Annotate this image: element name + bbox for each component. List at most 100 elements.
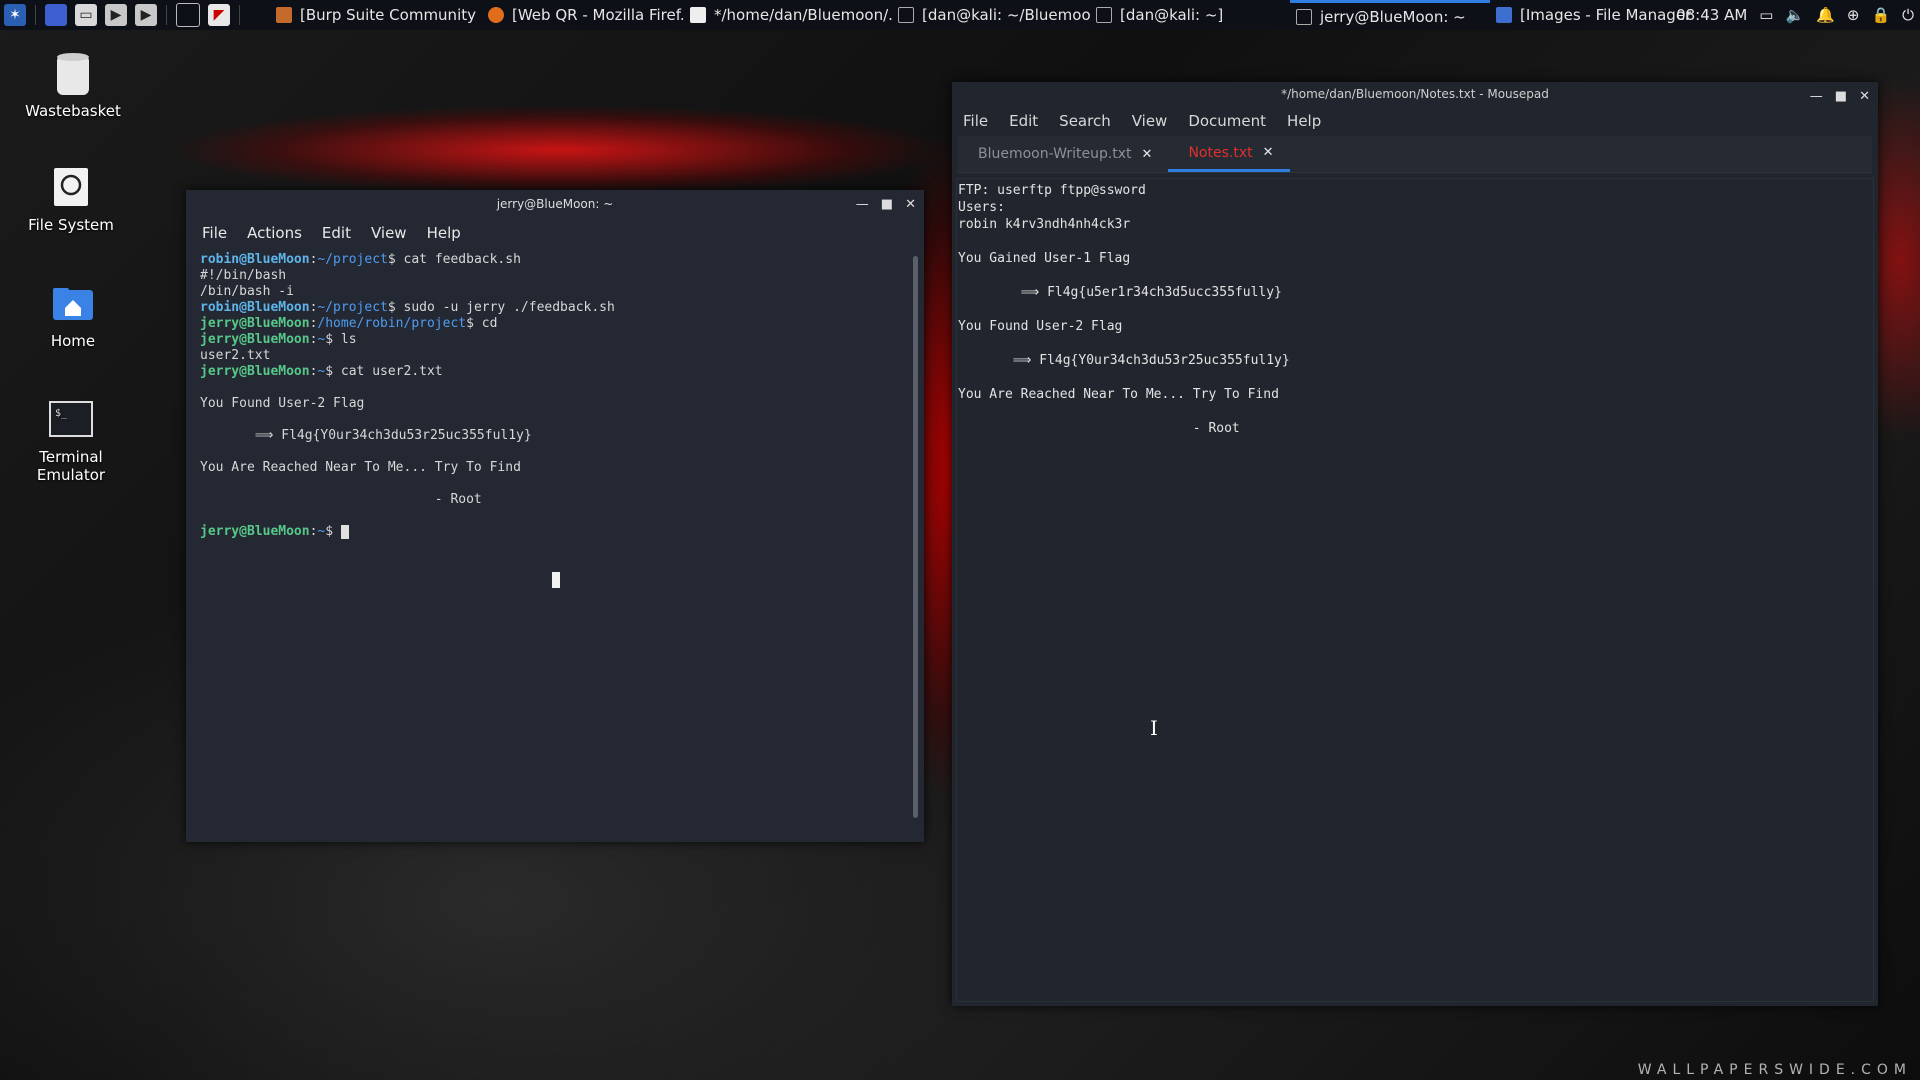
- desktop-icon-home[interactable]: Home: [18, 282, 128, 350]
- menu-help[interactable]: Help: [1287, 112, 1321, 130]
- mousepad-window[interactable]: */home/dan/Bluemoon/Notes.txt - Mousepad…: [952, 82, 1878, 1006]
- clock[interactable]: 08:43 AM: [1676, 6, 1747, 24]
- desktop-icon-label: Home: [50, 332, 96, 350]
- close-icon[interactable]: ✕: [1859, 89, 1870, 104]
- task-terminal-bluemoon[interactable]: [dan@kali: ~/Bluemoon]: [892, 0, 1090, 30]
- terminal-menubar: File Actions Edit View Help: [186, 218, 924, 248]
- terminal-window[interactable]: jerry@BlueMoon: ~ — ■ ✕ File Actions Edi…: [186, 190, 924, 842]
- panel-separator: [35, 5, 36, 25]
- window-title: */home/dan/Bluemoon/Notes.txt - Mousepad: [1281, 87, 1549, 101]
- show-desktop-icon[interactable]: [45, 4, 67, 26]
- notification-bell-icon[interactable]: 🔔: [1816, 6, 1835, 24]
- trash-icon: [51, 52, 95, 96]
- editor-text-area[interactable]: FTP: userftp ftpp@ssword Users: robin k4…: [958, 182, 1290, 437]
- tab-notes[interactable]: Notes.txt ✕: [1168, 136, 1290, 172]
- terminal-line: user2.txt: [200, 348, 271, 363]
- terminal-line: - Root: [200, 492, 482, 507]
- workspace-2-icon[interactable]: ◤: [208, 4, 230, 26]
- terminal-icon: [898, 7, 914, 23]
- text-editor-icon[interactable]: ▶: [105, 4, 127, 26]
- menu-view[interactable]: View: [1132, 112, 1168, 130]
- menu-file[interactable]: File: [963, 112, 988, 130]
- maximize-icon[interactable]: ■: [1835, 89, 1847, 104]
- menu-search[interactable]: Search: [1059, 112, 1111, 130]
- minimize-icon[interactable]: —: [856, 197, 869, 212]
- task-terminal-kali[interactable]: [dan@kali: ~]: [1090, 0, 1290, 30]
- task-label: [Burp Suite Community ...: [300, 6, 482, 24]
- power-icon[interactable]: ⏻: [1902, 6, 1914, 24]
- command-text: $ cat user2.txt: [325, 364, 443, 379]
- lock-icon[interactable]: 🔒: [1871, 6, 1890, 24]
- display-icon[interactable]: ▭: [1759, 6, 1773, 24]
- terminal-titlebar[interactable]: jerry@BlueMoon: ~ — ■ ✕: [186, 190, 924, 218]
- home-folder-icon: [51, 282, 95, 326]
- volume-icon[interactable]: 🔈: [1785, 6, 1804, 24]
- task-label: */home/dan/Bluemoon/...: [714, 6, 892, 24]
- prompt-user: jerry@BlueMoon: [200, 316, 310, 331]
- command-text: $: [325, 524, 341, 539]
- menu-document[interactable]: Document: [1188, 112, 1266, 130]
- menu-edit[interactable]: Edit: [322, 224, 351, 242]
- desktop-icon-wastebasket[interactable]: Wastebasket: [18, 52, 128, 120]
- menu-file[interactable]: File: [202, 224, 227, 242]
- desktop-icon-label: File System: [28, 216, 114, 234]
- tab-label: Bluemoon-Writeup.txt: [978, 146, 1132, 162]
- task-terminal-jerry[interactable]: jerry@BlueMoon: ~: [1290, 0, 1490, 30]
- menu-actions[interactable]: Actions: [247, 224, 302, 242]
- menu-help[interactable]: Help: [427, 224, 461, 242]
- kali-menu-icon[interactable]: ✶: [4, 4, 26, 26]
- window-controls: — ■ ✕: [844, 190, 916, 218]
- browser-icon[interactable]: ▶: [135, 4, 157, 26]
- firefox-icon: [488, 7, 504, 23]
- task-label: [Web QR - Mozilla Firef...: [512, 6, 684, 24]
- terminal-line: ⟹ Fl4g{Y0ur34ch3du53r25uc355ful1y}: [200, 428, 532, 443]
- panel-separator: [239, 5, 240, 25]
- task-file-manager[interactable]: [Images - File Manager]: [1490, 0, 1692, 30]
- window-title: jerry@BlueMoon: ~: [496, 197, 614, 211]
- terminal-line: robin@BlueMoon:~/project$ cat feedback.s…: [200, 252, 900, 268]
- minimize-icon[interactable]: —: [1810, 89, 1823, 104]
- terminal-line: jerry@BlueMoon:/home/robin/project$ cd: [200, 316, 900, 332]
- terminal-line: robin@BlueMoon:~/project$ sudo -u jerry …: [200, 300, 900, 316]
- close-tab-icon[interactable]: ✕: [1142, 147, 1153, 162]
- prompt-path: /home/robin/project: [317, 316, 467, 331]
- task-label: [dan@kali: ~/Bluemoon]: [922, 6, 1090, 24]
- text-cursor-icon: I: [1150, 716, 1158, 740]
- desktop-icon-label: Terminal Emulator: [36, 448, 106, 484]
- network-icon[interactable]: ⊕: [1847, 6, 1860, 24]
- terminal-icon: [1096, 7, 1112, 23]
- mouse-cursor: [552, 572, 560, 588]
- mousepad-menubar: File Edit Search View Document Help: [952, 106, 1878, 136]
- terminal-cursor: [340, 524, 349, 539]
- task-mousepad[interactable]: */home/dan/Bluemoon/...: [684, 0, 892, 30]
- file-manager-icon[interactable]: ▭: [75, 4, 97, 26]
- menu-edit[interactable]: Edit: [1009, 112, 1038, 130]
- tab-bluemoon-writeup[interactable]: Bluemoon-Writeup.txt ✕: [958, 136, 1168, 172]
- terminal-line: jerry@BlueMoon:~$ cat user2.txt: [200, 364, 900, 380]
- top-panel: ✶ ▭ ▶ ▶ ◤ [Burp Suite Community ... [Web…: [0, 0, 1920, 30]
- task-firefox[interactable]: [Web QR - Mozilla Firef...: [482, 0, 684, 30]
- desktop-icon-label: Wastebasket: [25, 102, 121, 120]
- svg-text:$_: $_: [55, 408, 68, 419]
- folder-icon: [1496, 7, 1512, 23]
- command-text: $ cd: [466, 316, 498, 331]
- workspace-1-icon[interactable]: [176, 3, 200, 27]
- close-icon[interactable]: ✕: [905, 197, 916, 212]
- scrollbar[interactable]: [913, 256, 918, 818]
- task-burp[interactable]: [Burp Suite Community ...: [270, 0, 482, 30]
- command-text: $ cat feedback.sh: [387, 252, 521, 267]
- desktop-icon-file-system[interactable]: File System: [16, 166, 126, 234]
- terminal-output[interactable]: robin@BlueMoon:~/project$ cat feedback.s…: [200, 252, 900, 540]
- mousepad-titlebar[interactable]: */home/dan/Bluemoon/Notes.txt - Mousepad…: [952, 82, 1878, 106]
- maximize-icon[interactable]: ■: [881, 197, 893, 212]
- desktop-icon-terminal[interactable]: $_ Terminal Emulator: [16, 398, 126, 484]
- menu-view[interactable]: View: [371, 224, 407, 242]
- close-tab-icon[interactable]: ✕: [1263, 145, 1274, 160]
- document-tabs: Bluemoon-Writeup.txt ✕ Notes.txt ✕: [958, 136, 1872, 173]
- terminal-line: You Found User-2 Flag: [200, 396, 365, 411]
